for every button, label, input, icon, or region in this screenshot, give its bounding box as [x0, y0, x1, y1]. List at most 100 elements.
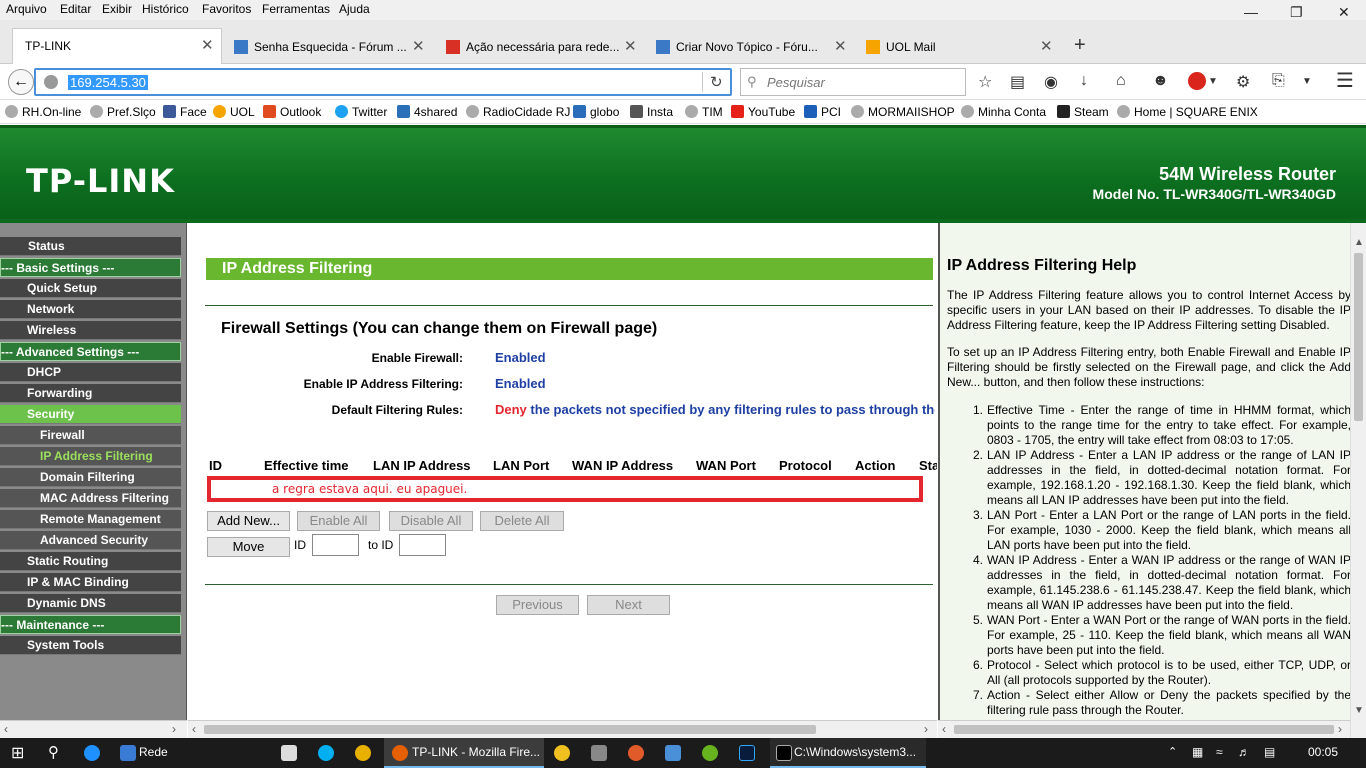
- volume-icon[interactable]: ♬: [1238, 745, 1250, 759]
- download-icon[interactable]: ↓: [1080, 72, 1088, 90]
- scroll-right-icon[interactable]: ›: [924, 722, 928, 736]
- bookmark-item[interactable]: Insta: [630, 105, 673, 119]
- tab-uol-mail[interactable]: UOL Mail ✕: [860, 30, 1066, 62]
- sidebar-item-quick-setup[interactable]: Quick Setup: [0, 279, 181, 298]
- sidebar-item-ip-address-filtering[interactable]: IP Address Filtering: [0, 447, 181, 466]
- close-window-icon[interactable]: ✕: [1338, 4, 1350, 21]
- menu-favoritos[interactable]: Favoritos: [202, 2, 251, 16]
- wifi-icon[interactable]: ≈: [1216, 745, 1223, 759]
- adblock-dropdown-icon[interactable]: ▼: [1208, 76, 1218, 87]
- bookmark-item[interactable]: UOL: [213, 105, 255, 119]
- movie-icon[interactable]: [591, 745, 607, 761]
- close-tab-icon[interactable]: ✕: [834, 37, 847, 55]
- maximize-icon[interactable]: ❐: [1290, 4, 1303, 21]
- scroll-up-icon[interactable]: ▲: [1354, 237, 1364, 248]
- scroll-down-icon[interactable]: ▼: [1354, 705, 1364, 716]
- reload-icon[interactable]: ↻: [710, 73, 723, 91]
- bookmark-item[interactable]: Outlook: [263, 105, 321, 119]
- close-tab-icon[interactable]: ✕: [412, 37, 425, 55]
- action-center-icon[interactable]: ▤: [1264, 745, 1275, 759]
- scroll-right-icon[interactable]: ›: [172, 722, 176, 736]
- move-from-id-input[interactable]: [312, 534, 359, 556]
- bookmark-item[interactable]: Twitter: [335, 105, 387, 119]
- store-icon[interactable]: [281, 745, 297, 761]
- bookmark-item[interactable]: Face: [163, 105, 207, 119]
- bookmark-item[interactable]: RH.On-line: [5, 105, 81, 119]
- edge-icon[interactable]: [84, 745, 100, 761]
- disable-all-button[interactable]: Disable All: [389, 511, 473, 531]
- help-vertical-scrollbar[interactable]: ▲ ▼: [1350, 223, 1366, 738]
- sidebar-item-system-tools[interactable]: System Tools: [0, 636, 181, 655]
- tab-criar-topico[interactable]: Criar Novo Tópico - Fóru... ✕: [650, 30, 856, 62]
- sidebar-item-wireless[interactable]: Wireless: [0, 321, 181, 340]
- clipboard-dropdown-icon[interactable]: ▼: [1302, 76, 1312, 87]
- tab-gmail[interactable]: Ação necessária para rede... ✕: [440, 30, 646, 62]
- url-bar[interactable]: 169.254.5.30 ↻: [34, 68, 732, 96]
- scroll-right-icon[interactable]: ›: [1338, 722, 1342, 736]
- windows-start-icon[interactable]: ⊞: [11, 743, 24, 763]
- menu-arquivo[interactable]: Arquivo: [6, 2, 47, 16]
- bookmark-item[interactable]: TIM: [685, 105, 723, 119]
- sidebar-item-firewall[interactable]: Firewall: [0, 426, 181, 445]
- bookmark-item[interactable]: RadioCidade RJ: [466, 105, 570, 119]
- scroll-left-icon[interactable]: ‹: [4, 722, 8, 736]
- sidebar-item-static-routing[interactable]: Static Routing: [0, 552, 181, 571]
- search-input[interactable]: ⚲ Pesquisar: [740, 68, 966, 96]
- bookmark-item[interactable]: MORMAIISHOP: [851, 105, 955, 119]
- bookmark-item[interactable]: Pref.Slço: [90, 105, 156, 119]
- pocket-icon[interactable]: ◉: [1044, 72, 1058, 92]
- bookmark-item[interactable]: 4shared: [397, 105, 457, 119]
- scroll-left-icon[interactable]: ‹: [942, 722, 946, 736]
- sidebar-item-domain-filtering[interactable]: Domain Filtering: [0, 468, 181, 487]
- chrome-icon[interactable]: [355, 745, 371, 761]
- hamburger-menu-icon[interactable]: ☰: [1336, 68, 1354, 93]
- close-tab-icon[interactable]: ✕: [1040, 37, 1053, 55]
- taskbar-cmd-button[interactable]: C:\Windows\system3...: [770, 738, 926, 768]
- close-tab-icon[interactable]: ✕: [624, 37, 637, 55]
- sidebar-item-network[interactable]: Network: [0, 300, 181, 319]
- home-icon[interactable]: ⌂: [1116, 72, 1126, 90]
- sidebar-item-ip-mac-binding[interactable]: IP & MAC Binding: [0, 573, 181, 592]
- bookmark-item[interactable]: Home | SQUARE ENIX: [1117, 105, 1258, 119]
- menu-historico[interactable]: Histórico: [142, 2, 189, 16]
- extension-icon[interactable]: ⚙: [1236, 72, 1250, 92]
- taskbar-rede[interactable]: Rede: [139, 745, 168, 759]
- add-new-button[interactable]: Add New...: [207, 511, 290, 531]
- app-icon[interactable]: [628, 745, 644, 761]
- skype-icon[interactable]: [318, 745, 334, 761]
- tray-network-icon[interactable]: ▦: [1192, 745, 1203, 759]
- tab-senha[interactable]: Senha Esquecida - Fórum ... ✕: [228, 30, 434, 62]
- sidebar-item-advanced-security[interactable]: Advanced Security: [0, 531, 181, 550]
- tab-tplink[interactable]: TP-LINK ✕: [12, 28, 222, 64]
- sidebar-item-dynamic-dns[interactable]: Dynamic DNS: [0, 594, 181, 613]
- bookmark-item[interactable]: Steam: [1057, 105, 1109, 119]
- menu-ferramentas[interactable]: Ferramentas: [262, 2, 330, 16]
- scrollbar-thumb[interactable]: [204, 725, 816, 734]
- new-tab-button[interactable]: +: [1074, 34, 1086, 57]
- bookmark-item[interactable]: PCI: [804, 105, 841, 119]
- sidebar-item-remote-management[interactable]: Remote Management: [0, 510, 181, 529]
- sidebar-item-status[interactable]: Status: [0, 237, 181, 256]
- enable-all-button[interactable]: Enable All: [297, 511, 380, 531]
- close-tab-icon[interactable]: ✕: [201, 36, 214, 54]
- menu-editar[interactable]: Editar: [60, 2, 91, 16]
- sidebar-horizontal-scrollbar[interactable]: ‹ ›: [0, 720, 187, 738]
- next-button[interactable]: Next: [587, 595, 670, 615]
- bookmark-star-icon[interactable]: ☆: [978, 72, 992, 92]
- bookmark-item[interactable]: YouTube: [731, 105, 795, 119]
- network-icon[interactable]: [120, 745, 136, 761]
- menu-exibir[interactable]: Exibir: [102, 2, 132, 16]
- app-icon[interactable]: [665, 745, 681, 761]
- utorrent-icon[interactable]: [702, 745, 718, 761]
- sidebar-item-mac-address-filtering[interactable]: MAC Address Filtering: [0, 489, 181, 508]
- clipboard-icon[interactable]: ⎘: [1272, 72, 1285, 90]
- main-horizontal-scrollbar[interactable]: ‹ ›: [188, 720, 937, 738]
- menu-ajuda[interactable]: Ajuda: [339, 2, 370, 16]
- scroll-left-icon[interactable]: ‹: [192, 722, 196, 736]
- sidebar-item-dhcp[interactable]: DHCP: [0, 363, 181, 382]
- url-text[interactable]: 169.254.5.30: [68, 75, 148, 90]
- taskbar-firefox-button[interactable]: TP-LINK - Mozilla Fire...: [384, 738, 544, 768]
- help-horizontal-scrollbar[interactable]: ‹ ›: [938, 720, 1350, 738]
- search-icon[interactable]: ⚲: [48, 743, 59, 761]
- photoshop-icon[interactable]: [739, 745, 755, 761]
